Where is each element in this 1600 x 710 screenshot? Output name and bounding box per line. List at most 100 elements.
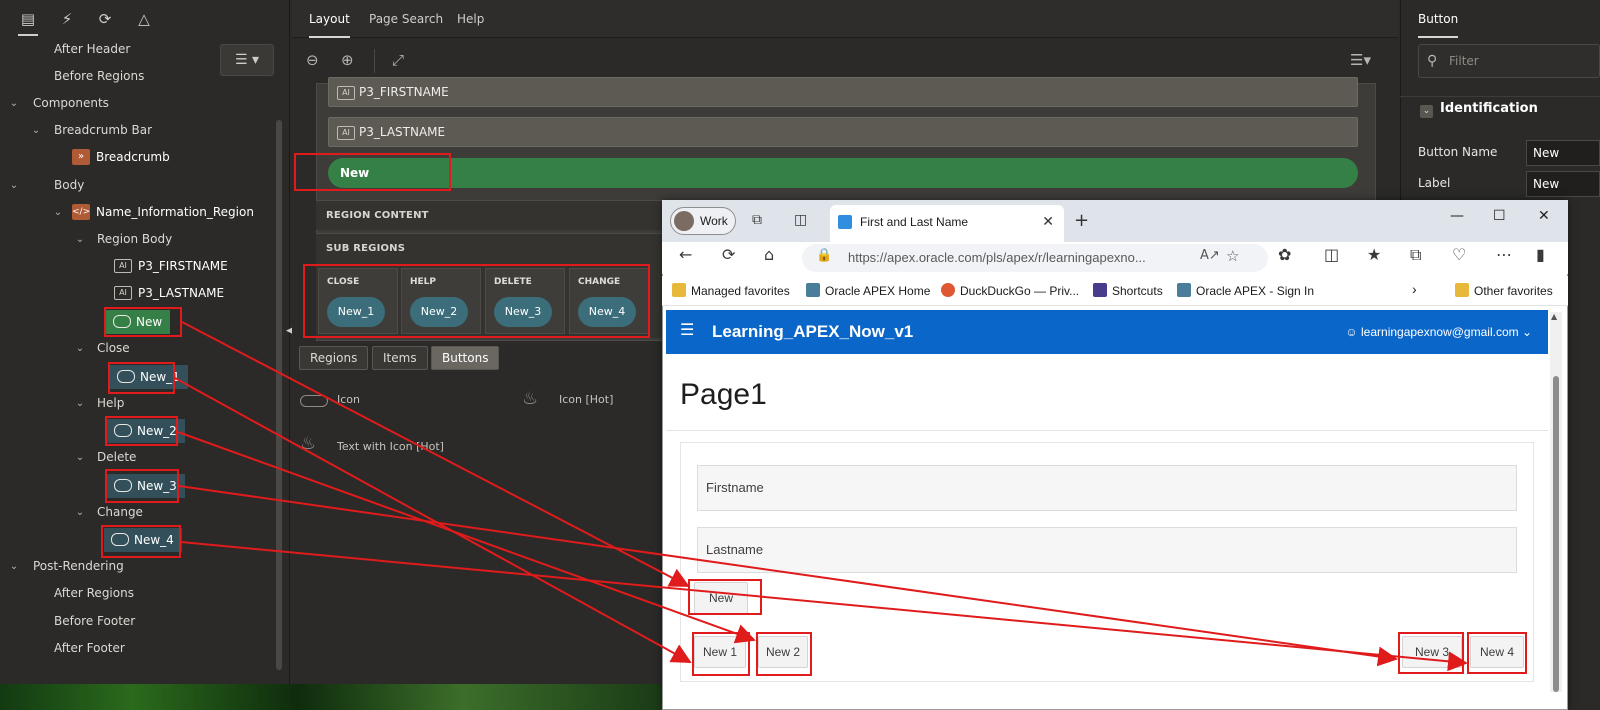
tree-node-post-rendering[interactable]: Post-Rendering bbox=[33, 556, 124, 576]
bookmark-oracle-apex-sign-in[interactable]: Oracle APEX - Sign In bbox=[1177, 283, 1314, 298]
tab-actions-icon[interactable]: ◫ bbox=[794, 212, 807, 228]
chevron-down-icon[interactable]: ⌄ bbox=[52, 207, 64, 218]
processing-icon[interactable]: ⟳ bbox=[95, 10, 115, 28]
tree-node-region-body[interactable]: Region Body bbox=[97, 229, 172, 249]
chevron-down-icon[interactable]: ⌄ bbox=[8, 180, 20, 191]
tab-page-search[interactable]: Page Search bbox=[369, 0, 443, 38]
tree-node-after-regions[interactable]: After Regions bbox=[54, 583, 134, 603]
subregion-button-new-1[interactable]: New_1 bbox=[327, 297, 385, 327]
tree-node-button-new[interactable]: New bbox=[106, 310, 171, 334]
tab-regions[interactable]: Regions bbox=[299, 346, 369, 370]
extensions-icon[interactable]: ✿ bbox=[1278, 245, 1291, 264]
new-3-button[interactable]: New 3 bbox=[1402, 636, 1462, 668]
tree-node-delete[interactable]: Delete bbox=[97, 447, 136, 467]
rendering-tree-icon[interactable]: ▤ bbox=[18, 10, 38, 36]
subregion-delete[interactable]: DELETE New_3 bbox=[485, 268, 565, 334]
layout-button-new[interactable]: New bbox=[328, 158, 1358, 188]
bookmark-duckduckgo[interactable]: DuckDuckGo — Priv... bbox=[941, 283, 1079, 298]
layout-item-p3-firstname[interactable]: AI P3_FIRSTNAME bbox=[328, 77, 1358, 107]
gallery-item-icon[interactable]: Icon bbox=[337, 393, 360, 406]
chevron-down-icon[interactable]: ⌄ bbox=[8, 98, 20, 109]
gallery-item-text-with-icon-hot[interactable]: Text with Icon [Hot] bbox=[337, 440, 444, 453]
tree-menu-button[interactable]: ☰ ▾ bbox=[220, 44, 274, 76]
scrollbar-thumb[interactable] bbox=[1553, 376, 1559, 692]
browser-tab[interactable]: First and Last Name ✕ bbox=[830, 205, 1064, 242]
bookmark-oracle-apex-home[interactable]: Oracle APEX Home bbox=[806, 283, 930, 298]
new-2-button[interactable]: New 2 bbox=[758, 636, 808, 668]
tree-node-button-new-3[interactable]: New_3 bbox=[107, 474, 185, 498]
tree-node-button-new-4[interactable]: New_4 bbox=[104, 528, 182, 552]
zoom-in-icon[interactable]: ⊕ bbox=[341, 51, 354, 69]
tree-node-p3-firstname[interactable]: P3_FIRSTNAME bbox=[138, 256, 228, 276]
chevron-down-icon[interactable]: ⌄ bbox=[74, 452, 86, 463]
subregion-change[interactable]: CHANGE New_4 bbox=[569, 268, 649, 334]
identification-section-header[interactable]: ⌄ Identification bbox=[1400, 96, 1600, 126]
tree-node-before-footer[interactable]: Before Footer bbox=[54, 611, 135, 631]
favorites-icon[interactable]: ★ bbox=[1367, 245, 1381, 264]
subregion-button-new-3[interactable]: New_3 bbox=[494, 297, 552, 327]
favorite-star-icon[interactable]: ☆ bbox=[1226, 247, 1239, 265]
app-title[interactable]: Learning_APEX_Now_v1 bbox=[712, 310, 913, 354]
tree-node-body[interactable]: Body bbox=[54, 175, 84, 195]
refresh-icon[interactable]: ⟳ bbox=[722, 245, 735, 264]
expand-icon[interactable]: ⤢ bbox=[392, 51, 404, 69]
chevron-down-icon[interactable]: ⌄ bbox=[74, 234, 86, 245]
browser-essentials-icon[interactable]: ♡ bbox=[1452, 245, 1466, 264]
split-screen-icon[interactable]: ◫ bbox=[1324, 245, 1339, 264]
chevron-right-icon[interactable]: › bbox=[1412, 281, 1417, 297]
tree-node-button-new-2[interactable]: New_2 bbox=[107, 419, 185, 443]
tab-items[interactable]: Items bbox=[372, 346, 428, 370]
home-icon[interactable]: ⌂ bbox=[764, 245, 774, 264]
new-1-button[interactable]: New 1 bbox=[694, 636, 746, 668]
subregion-help[interactable]: HELP New_2 bbox=[401, 268, 481, 334]
new-4-button[interactable]: New 4 bbox=[1470, 636, 1524, 668]
dynamic-actions-icon[interactable]: ⚡ bbox=[57, 10, 77, 28]
collapse-icon[interactable]: ⌄ bbox=[1420, 105, 1433, 118]
minimize-icon[interactable]: — bbox=[1450, 208, 1464, 224]
collections-icon[interactable]: ⧉ bbox=[1410, 245, 1421, 265]
bookmark-shortcuts[interactable]: Shortcuts bbox=[1093, 283, 1163, 298]
tab-help[interactable]: Help bbox=[457, 0, 484, 38]
subregion-button-new-2[interactable]: New_2 bbox=[410, 297, 468, 327]
tree-node-breadcrumb[interactable]: Breadcrumb bbox=[96, 147, 170, 167]
tree-node-breadcrumb-bar[interactable]: Breadcrumb Bar bbox=[54, 120, 152, 140]
bookmark-managed-favorites[interactable]: Managed favorites bbox=[672, 283, 790, 298]
layout-item-p3-lastname[interactable]: AI P3_LASTNAME bbox=[328, 117, 1358, 147]
page-scrollbar[interactable]: ▲ bbox=[1550, 312, 1562, 692]
tree-node-change[interactable]: Change bbox=[97, 502, 143, 522]
chevron-down-icon[interactable]: ⌄ bbox=[74, 507, 86, 518]
tree-node-after-header[interactable]: After Header bbox=[54, 39, 130, 59]
read-aloud-icon[interactable]: A↗ bbox=[1200, 248, 1220, 263]
tree-scrollbar[interactable] bbox=[276, 120, 282, 670]
tree-node-button-new-1[interactable]: New_1 bbox=[110, 365, 188, 389]
close-window-icon[interactable]: ✕ bbox=[1538, 208, 1550, 224]
close-tab-icon[interactable]: ✕ bbox=[1042, 205, 1054, 239]
layout-menu-icon[interactable]: ☰▾ bbox=[1350, 51, 1371, 69]
firstname-field[interactable]: Firstname bbox=[697, 465, 1517, 511]
chevron-down-icon[interactable]: ⌄ bbox=[30, 125, 42, 136]
lastname-field[interactable]: Lastname bbox=[697, 527, 1517, 573]
tree-node-after-footer[interactable]: After Footer bbox=[54, 638, 125, 658]
chevron-down-icon[interactable]: ⌄ bbox=[8, 561, 20, 572]
scroll-up-icon[interactable]: ▲ bbox=[1551, 312, 1557, 321]
tab-buttons[interactable]: Buttons bbox=[431, 346, 500, 370]
tree-node-p3-lastname[interactable]: P3_LASTNAME bbox=[138, 283, 224, 303]
button-name-field[interactable]: New bbox=[1526, 140, 1600, 166]
splitter-handle-icon[interactable]: ◀ bbox=[286, 326, 293, 342]
collections-icon[interactable]: ⧉ bbox=[752, 212, 762, 228]
back-icon[interactable]: ← bbox=[679, 245, 692, 264]
tab-layout[interactable]: Layout bbox=[309, 0, 350, 38]
chevron-down-icon[interactable]: ⌄ bbox=[74, 343, 86, 354]
hamburger-menu-icon[interactable]: ☰ bbox=[680, 320, 694, 339]
tab-button-properties[interactable]: Button bbox=[1418, 0, 1459, 38]
gallery-item-icon-hot[interactable]: Icon [Hot] bbox=[559, 393, 613, 406]
sidebar-toggle-icon[interactable]: ▮ bbox=[1536, 245, 1545, 264]
more-menu-icon[interactable]: ⋯ bbox=[1496, 245, 1512, 264]
tree-node-close[interactable]: Close bbox=[97, 338, 130, 358]
new-button[interactable]: New bbox=[694, 582, 748, 614]
profile-button[interactable]: Work bbox=[670, 207, 736, 235]
new-tab-icon[interactable]: + bbox=[1074, 210, 1089, 231]
tree-node-help[interactable]: Help bbox=[97, 393, 124, 413]
tree-node-before-regions[interactable]: Before Regions bbox=[54, 66, 144, 86]
label-field[interactable]: New bbox=[1526, 171, 1600, 197]
